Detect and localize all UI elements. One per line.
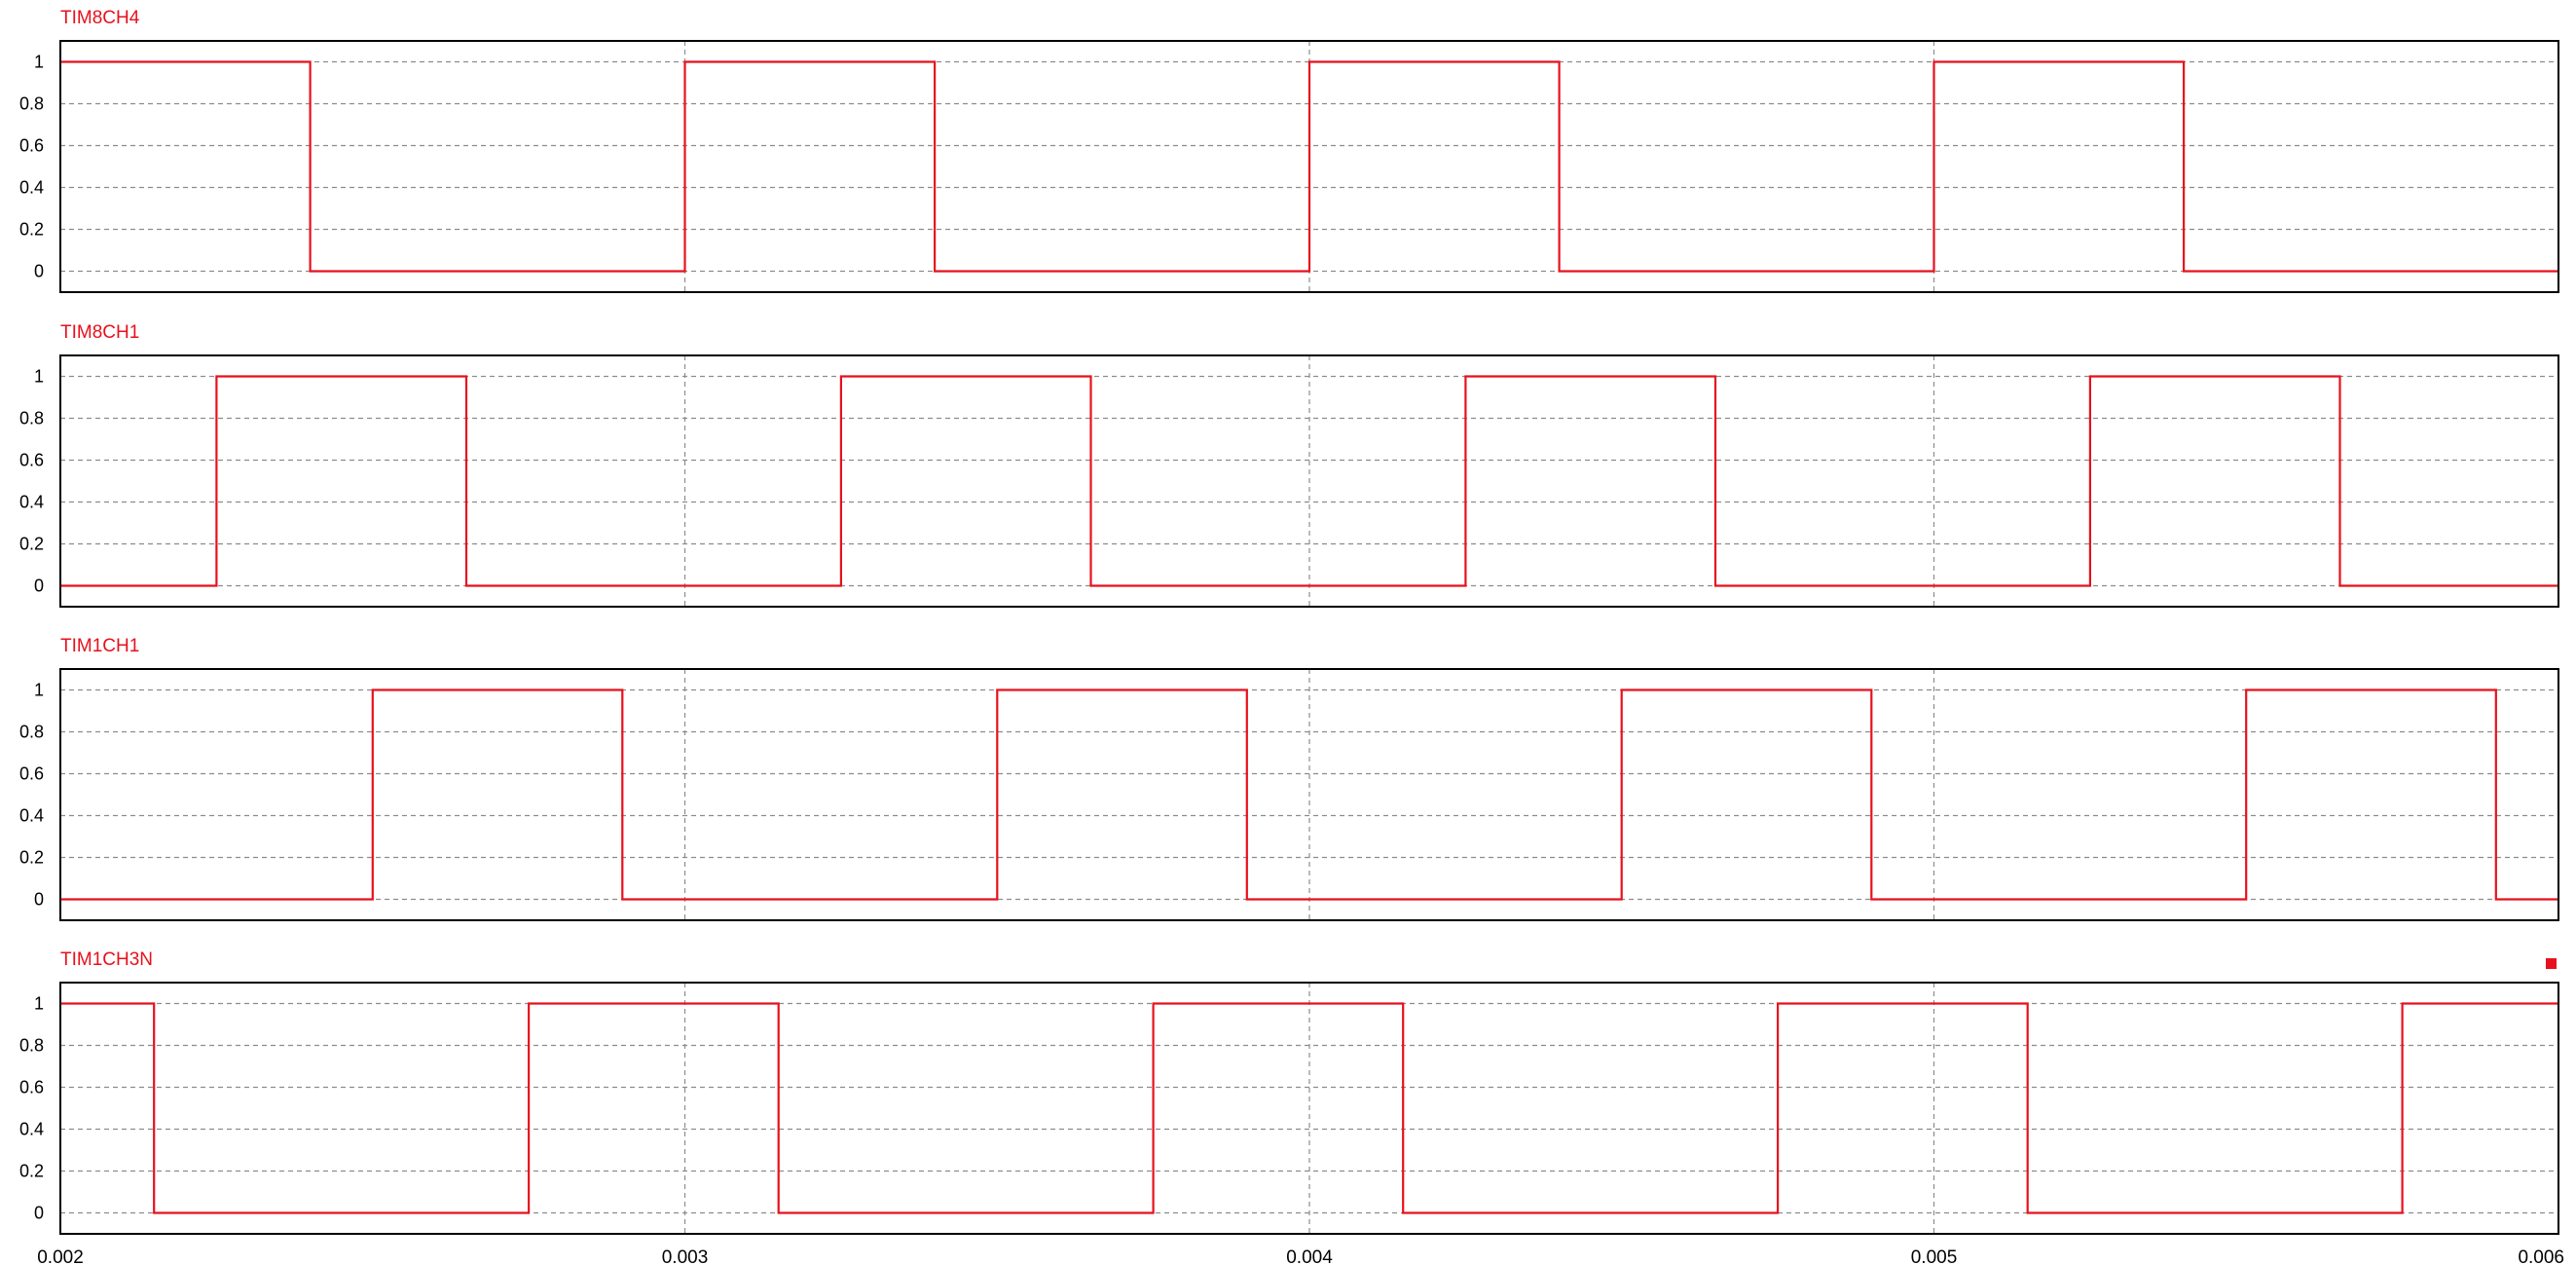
y-tick-label: 0	[34, 890, 44, 910]
y-tick-label: 0	[34, 577, 44, 596]
x-tick-label: 0.006	[2518, 1247, 2564, 1265]
x-tick-label: 0.003	[662, 1247, 709, 1265]
x-tick-label: 0.004	[1286, 1247, 1333, 1265]
y-tick-label: 0.6	[19, 1078, 44, 1098]
y-tick-label: 0.4	[19, 493, 44, 512]
x-tick-label: 0.005	[1911, 1247, 1958, 1265]
y-tick-label: 0.4	[19, 1120, 44, 1139]
y-tick-label: 0.2	[19, 535, 44, 554]
y-tick-label: 0.2	[19, 1162, 44, 1181]
y-tick-label: 0.6	[19, 764, 44, 784]
y-tick-label: 0.6	[19, 451, 44, 470]
y-tick-label: 1	[34, 53, 44, 72]
y-tick-label: 0.2	[19, 220, 44, 240]
y-tick-label: 0.4	[19, 806, 44, 826]
y-tick-label: 0.8	[19, 723, 44, 742]
y-tick-label: 1	[34, 681, 44, 700]
y-tick-label: 0.6	[19, 136, 44, 156]
panel-title: TIM1CH3N	[60, 949, 153, 970]
panel-title: TIM8CH1	[60, 322, 139, 343]
panel-title: TIM1CH1	[60, 636, 139, 656]
y-tick-label: 0	[34, 1204, 44, 1223]
y-tick-label: 0.8	[19, 1036, 44, 1056]
y-tick-label: 1	[34, 994, 44, 1014]
oscilloscope-view: TIM8CH4 0 0.2 0.4 0.6 0.8 1 TIM8CH1 0 0.2 0.4 0.6 0.…	[19, 8, 2564, 1265]
trace-marker-icon	[2546, 958, 2557, 969]
y-tick-label: 0	[34, 262, 44, 281]
panel-title: TIM8CH4	[60, 8, 140, 28]
x-tick-label: 0.002	[37, 1247, 84, 1265]
signal-trace	[60, 60, 2558, 273]
y-tick-label: 0.4	[19, 178, 44, 198]
y-tick-label: 0.8	[19, 409, 44, 428]
y-tick-label: 0.2	[19, 848, 44, 868]
y-tick-label: 1	[34, 367, 44, 387]
y-tick-label: 0.8	[19, 94, 44, 114]
